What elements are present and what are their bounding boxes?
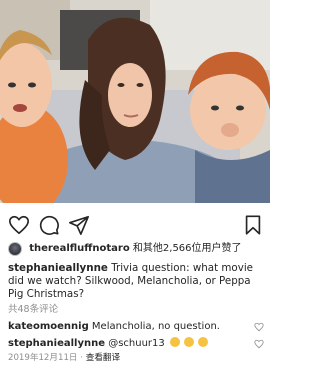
caption-username[interactable]: stephanieallynne [8, 262, 108, 274]
view-all-comments-link[interactable]: 共48条评论 [8, 303, 58, 316]
comment-icon[interactable] [38, 214, 60, 236]
comment-username[interactable]: kateomoennig [8, 321, 89, 332]
liker-username[interactable]: therealfluffnotaro [29, 243, 130, 254]
post-date: 2019年12月11日 [8, 353, 78, 363]
comment-username[interactable]: stephanieallynne [8, 338, 105, 349]
comment-like-heart-icon[interactable] [254, 339, 264, 349]
likes-summary[interactable]: therealfluffnotaro 和其他2,566位用户赞了 [8, 240, 268, 258]
post-action-bar [0, 212, 270, 238]
send-icon[interactable] [68, 214, 90, 236]
post-caption: stephanieallynne Trivia question: what m… [8, 262, 266, 301]
comment-item: kateomoennig Melancholia, no question. [8, 320, 264, 333]
liker-avatar[interactable] [8, 242, 22, 256]
comment-like-heart-icon[interactable] [254, 322, 264, 332]
comment-mention[interactable]: @schuur13 [108, 338, 165, 349]
see-translation-link[interactable]: 查看翻译 [86, 353, 120, 363]
likes-count-text[interactable]: 和其他2,566位用户赞了 [133, 243, 242, 254]
comment-text: Melancholia, no question. [91, 321, 220, 332]
clapping-hands-emoji-icon [168, 337, 210, 349]
heart-icon[interactable] [8, 214, 30, 236]
separator-dot: · [80, 353, 83, 363]
post-photo[interactable] [0, 0, 270, 203]
comment-item: stephanieallynne @schuur13 [8, 337, 264, 350]
bookmark-icon[interactable] [242, 214, 264, 236]
post-date-line: 2019年12月11日 · 查看翻译 [8, 352, 120, 364]
